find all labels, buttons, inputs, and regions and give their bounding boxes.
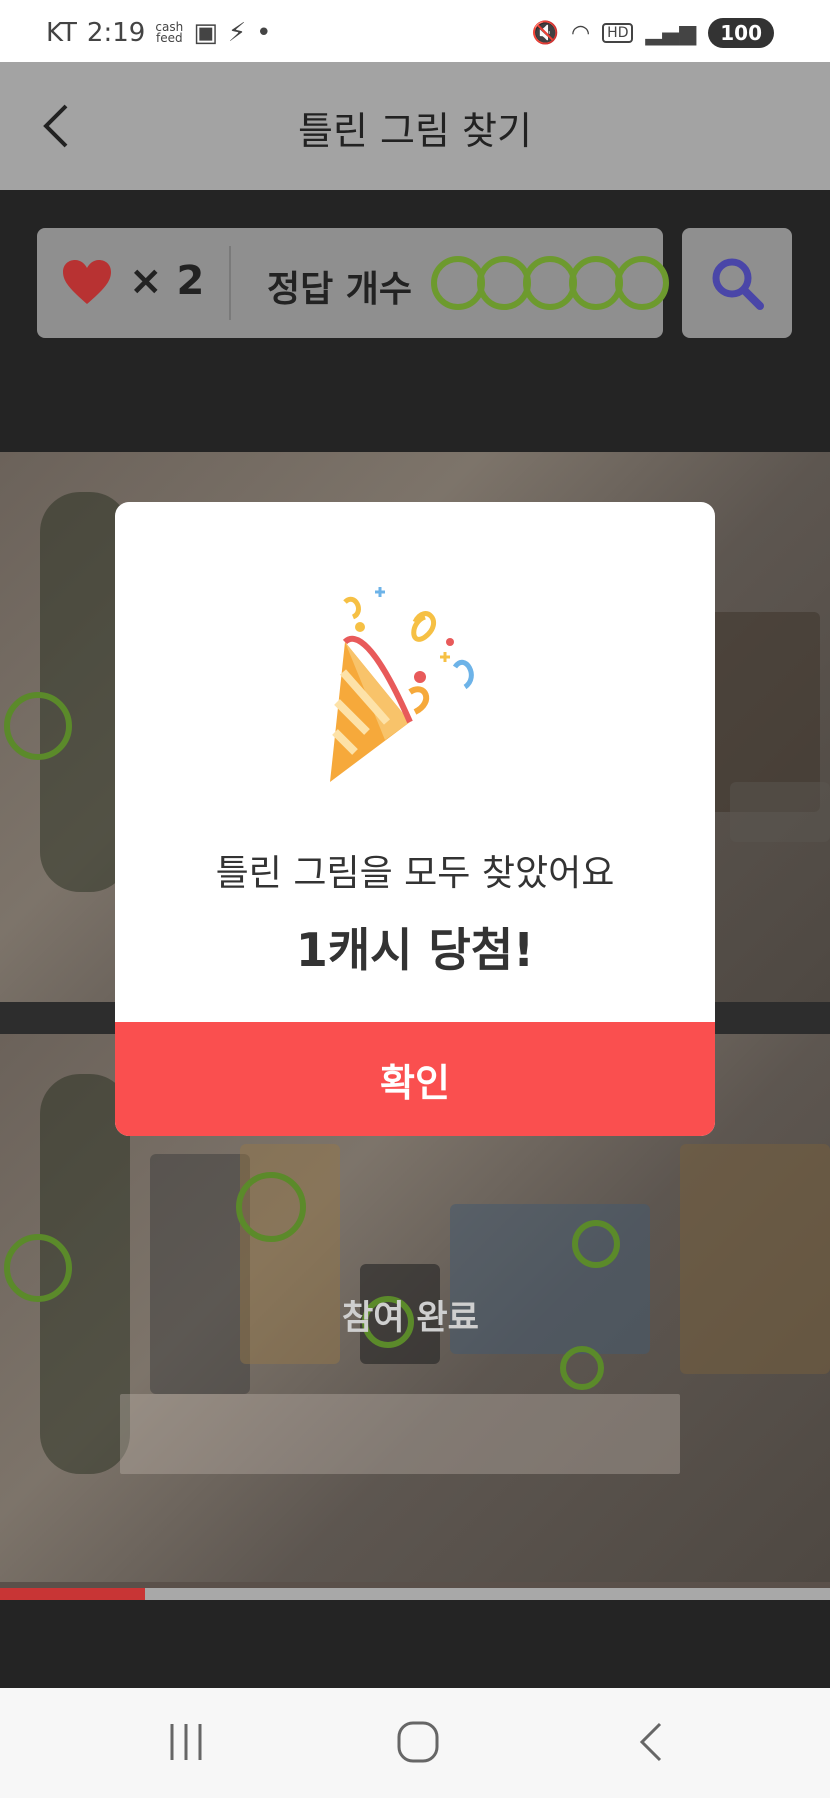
signal-icon: ▂▄▆ bbox=[645, 20, 697, 46]
recent-apps-icon[interactable] bbox=[166, 1720, 206, 1764]
system-nav-bar bbox=[0, 1688, 830, 1798]
answer-circle-icon bbox=[615, 256, 669, 310]
lives-count: × 2 bbox=[129, 258, 205, 304]
carrier-label: KT bbox=[46, 18, 77, 48]
clock: 2:19 bbox=[86, 18, 146, 48]
progress-bar bbox=[0, 1588, 830, 1600]
found-spot-marker bbox=[572, 1220, 620, 1268]
divider bbox=[229, 246, 231, 320]
page-title: 틀린 그림 찾기 bbox=[298, 109, 532, 153]
mute-icon: 🔇 bbox=[531, 20, 559, 46]
hint-search-button[interactable] bbox=[682, 228, 792, 338]
confirm-button[interactable]: 확인 bbox=[115, 1022, 715, 1136]
found-spot-marker bbox=[4, 1234, 72, 1302]
modal-message: 틀린 그림을 모두 찾았어요 bbox=[215, 853, 615, 894]
found-spot-marker bbox=[560, 1346, 604, 1390]
progress-fill bbox=[0, 1588, 146, 1600]
screenshot-icon: ▣ bbox=[193, 18, 218, 48]
flash-icon: ⚡ bbox=[227, 18, 247, 48]
app-header: 틀린 그림 찾기 bbox=[0, 62, 830, 190]
score-panel: × 2 정답 개수 bbox=[37, 228, 669, 338]
home-icon[interactable] bbox=[396, 1720, 440, 1764]
modal-prize: 1캐시 당첨! bbox=[295, 923, 535, 977]
nav-back-icon[interactable] bbox=[636, 1720, 666, 1764]
heart-icon bbox=[63, 260, 111, 304]
cashfeed-icon: cash feed bbox=[155, 20, 184, 45]
battery-indicator: 100 bbox=[708, 18, 774, 48]
party-popper-icon bbox=[330, 587, 474, 782]
participated-label: 참여 완료 bbox=[342, 1298, 479, 1338]
hd-icon: HD bbox=[602, 23, 634, 43]
found-spot-marker bbox=[236, 1172, 306, 1242]
success-modal: 틀린 그림을 모두 찾았어요 1캐시 당첨! 확인 bbox=[115, 502, 715, 1136]
answer-indicators bbox=[431, 256, 669, 310]
search-icon bbox=[712, 258, 764, 310]
dot-icon: • bbox=[256, 18, 272, 48]
status-bar: KT 2:19 cash feed ▣ ⚡ • 🔇 ◠ HD ▂▄▆ 100 bbox=[0, 0, 830, 62]
found-spot-marker bbox=[4, 692, 72, 760]
answer-count-label: 정답 개수 bbox=[267, 269, 413, 310]
wifi-icon: ◠ bbox=[570, 20, 591, 46]
